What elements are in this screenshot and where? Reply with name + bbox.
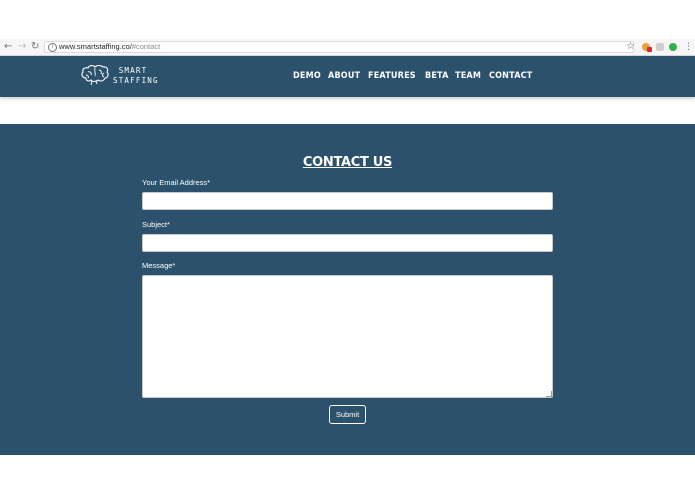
bookmark-star-icon[interactable]: ☆ (626, 40, 635, 54)
extension-icon[interactable] (669, 43, 677, 51)
resize-handle[interactable] (546, 391, 552, 397)
url-text: www.smartstaffing.co/#contact (59, 42, 160, 52)
subject-field[interactable] (142, 234, 553, 252)
subject-label: Subject* (142, 220, 170, 229)
reload-icon[interactable]: ↻ (31, 40, 39, 54)
extension-icon[interactable] (656, 43, 664, 51)
message-label: Message* (142, 261, 176, 270)
forward-icon[interactable]: → (18, 40, 26, 54)
url-fragment: #contact (131, 42, 161, 51)
email-label: Your Email Address* (142, 178, 211, 187)
logo-line-1: SMART (118, 66, 148, 75)
address-bar[interactable]: i www.smartstaffing.co/#contact (44, 41, 634, 53)
site-header: SMART STAFFING DEMO ABOUT FEATURES BETA … (0, 56, 695, 97)
message-field[interactable] (142, 275, 553, 398)
url-host: www.smartstaffing.co/ (59, 42, 132, 51)
back-icon[interactable]: ← (4, 40, 12, 54)
nav-link-about[interactable]: ABOUT (328, 70, 360, 82)
browser-toolbar: ← → ↻ i www.smartstaffing.co/#contact ☆ … (0, 39, 695, 56)
page-top-margin (0, 0, 695, 39)
nav-link-beta[interactable]: BETA (425, 70, 449, 82)
email-field[interactable] (142, 192, 553, 210)
info-icon[interactable]: i (48, 43, 57, 52)
logo-line-2: STAFFING (113, 76, 159, 85)
menu-icon[interactable]: ⋮ (684, 40, 693, 54)
submit-button[interactable]: Submit (329, 405, 366, 424)
contact-section: CONTACT US Your Email Address* Subject* … (0, 124, 695, 455)
extension-badge (647, 47, 652, 52)
nav-link-team[interactable]: TEAM (455, 70, 481, 82)
nav-link-demo[interactable]: DEMO (293, 70, 321, 82)
brain-icon[interactable] (80, 64, 110, 91)
logo-wordmark[interactable]: SMART STAFFING (113, 66, 159, 86)
main-nav: DEMO ABOUT FEATURES BETA TEAM CONTACT (293, 70, 535, 82)
contact-title: CONTACT US (302, 155, 393, 170)
nav-link-features[interactable]: FEATURES (368, 70, 416, 82)
nav-link-contact[interactable]: CONTACT (489, 70, 532, 82)
